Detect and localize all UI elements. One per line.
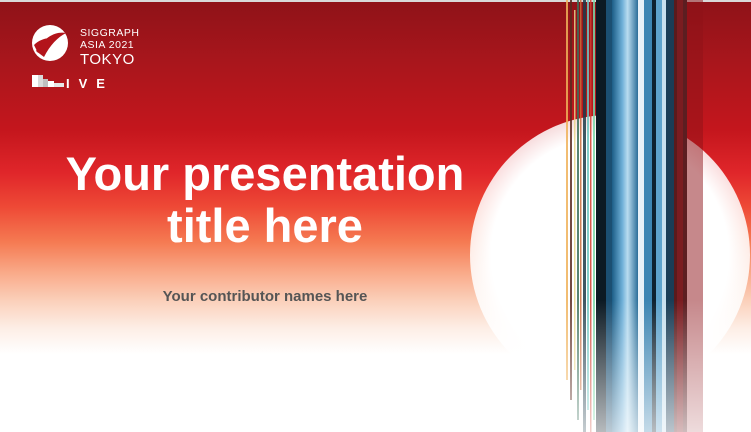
title-line-2: title here: [167, 199, 363, 252]
title-line-1: Your presentation: [65, 147, 465, 200]
logo-tokyo-text: TOKYO: [80, 51, 135, 68]
slide: SIGGRAPH ASIA 2021 TOKYO IVE Your presen…: [0, 0, 751, 432]
pixel-bar-icon: [32, 75, 64, 87]
siggraph-swirl-icon: [32, 25, 68, 61]
presentation-title: Your presentation title here: [40, 148, 490, 252]
logo-live-text: IVE: [66, 76, 114, 91]
contributor-names: Your contributor names here: [162, 288, 368, 305]
logo-asia-year-text: ASIA 2021: [80, 39, 135, 51]
decorative-artwork: [470, 0, 750, 432]
logo-siggraph-text: SIGGRAPH: [80, 27, 140, 39]
